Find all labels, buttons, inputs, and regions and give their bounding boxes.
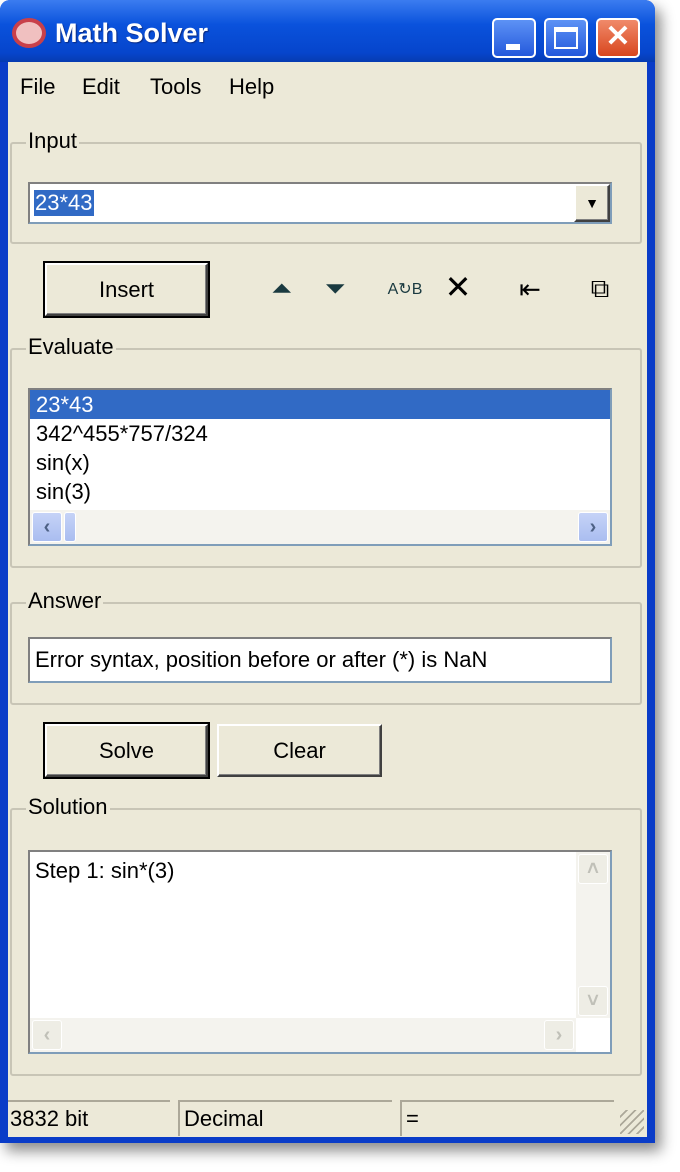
import-icon[interactable]: ⇤ bbox=[512, 271, 548, 307]
scroll-right-button[interactable]: › bbox=[578, 512, 608, 542]
expression-combobox[interactable]: 23*43 ▼ bbox=[28, 182, 612, 224]
evaluate-legend: Evaluate bbox=[26, 334, 116, 360]
scroll-right-button[interactable]: › bbox=[544, 1020, 574, 1050]
horizontal-scrollbar[interactable]: ‹ › bbox=[30, 510, 610, 544]
copy-window-icon[interactable]: ⧉ bbox=[582, 271, 618, 307]
menu-help[interactable]: Help bbox=[229, 74, 274, 100]
list-item[interactable]: 342^455*757/324 bbox=[30, 419, 610, 448]
resize-grip-icon[interactable] bbox=[620, 1110, 644, 1134]
solution-legend: Solution bbox=[26, 794, 110, 820]
list-item[interactable]: sin(x) bbox=[30, 448, 610, 477]
scroll-left-button[interactable]: ‹ bbox=[32, 512, 62, 542]
answer-field[interactable]: Error syntax, position before or after (… bbox=[28, 637, 612, 683]
list-item[interactable]: sin(3) bbox=[30, 477, 610, 506]
close-button[interactable]: ✕ bbox=[596, 18, 640, 58]
scroll-up-button[interactable]: ˄ bbox=[578, 854, 608, 884]
title-bar[interactable]: Math Solver ✕ bbox=[0, 0, 655, 62]
scroll-down-button[interactable]: ˅ bbox=[578, 986, 608, 1016]
solution-textarea[interactable]: Step 1: sin*(3) ˄ ˅ ‹ › bbox=[28, 850, 612, 1054]
delete-icon[interactable]: ✕ bbox=[440, 269, 476, 305]
move-down-icon[interactable]: ⏷ bbox=[317, 271, 353, 307]
minimize-button[interactable] bbox=[492, 18, 536, 58]
answer-legend: Answer bbox=[26, 588, 104, 614]
move-up-icon[interactable]: ⏶ bbox=[264, 271, 300, 307]
menu-file[interactable]: File bbox=[20, 74, 55, 100]
client-area: File Edit Tools Help Input 23*43 ▼ Inser… bbox=[8, 62, 647, 1137]
scroll-thumb[interactable] bbox=[64, 512, 76, 542]
solution-text: Step 1: sin*(3) bbox=[35, 858, 175, 883]
evaluate-list[interactable]: 23*43 342^455*757/324 sin(x) sin(3) ‹ › bbox=[28, 388, 612, 546]
horizontal-scrollbar[interactable]: ‹ › bbox=[30, 1018, 576, 1052]
status-bits: 3832 bit bbox=[8, 1100, 170, 1136]
status-mode: Decimal bbox=[178, 1100, 392, 1136]
expression-input[interactable]: 23*43 bbox=[34, 190, 94, 216]
menu-edit[interactable]: Edit bbox=[82, 74, 120, 100]
insert-button[interactable]: Insert bbox=[43, 261, 210, 318]
menu-tools[interactable]: Tools bbox=[150, 74, 201, 100]
list-item[interactable]: 23*43 bbox=[30, 390, 610, 419]
combobox-dropdown-button[interactable]: ▼ bbox=[574, 184, 610, 222]
vertical-scrollbar[interactable]: ˄ ˅ bbox=[576, 852, 610, 1018]
solve-button[interactable]: Solve bbox=[43, 722, 210, 779]
swap-icon[interactable]: A↻B bbox=[387, 271, 423, 307]
input-legend: Input bbox=[26, 128, 79, 154]
window-title: Math Solver bbox=[55, 18, 209, 48]
maximize-button[interactable] bbox=[544, 18, 588, 58]
scroll-left-button[interactable]: ‹ bbox=[32, 1020, 62, 1050]
app-window: Math Solver ✕ File Edit Tools Help Input… bbox=[0, 0, 655, 1143]
app-icon bbox=[12, 18, 46, 48]
clear-button[interactable]: Clear bbox=[217, 724, 382, 777]
status-result: = bbox=[400, 1100, 614, 1136]
